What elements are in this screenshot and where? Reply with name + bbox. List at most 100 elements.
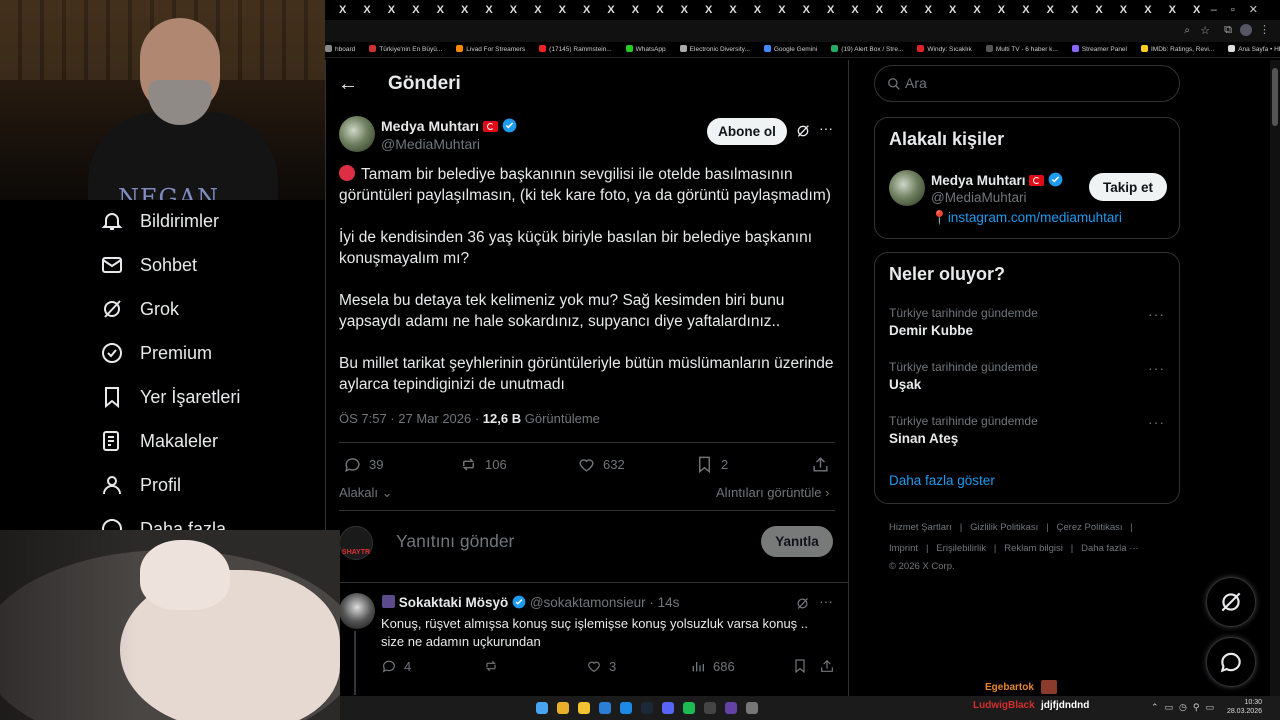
window-controls[interactable]: –▫✕ [1211, 3, 1272, 16]
x-tab-icon[interactable]: X [583, 4, 590, 16]
reply-like-action[interactable]: 3 [586, 658, 616, 674]
author-handle[interactable]: @MediaMuhtari [381, 136, 480, 152]
x-tab-icon[interactable]: X [1095, 4, 1102, 16]
taskbar-app-icon[interactable] [746, 702, 758, 714]
back-arrow-icon[interactable]: ← [338, 73, 358, 96]
share-icon[interactable] [811, 455, 830, 474]
x-tab-icon[interactable]: X [973, 4, 980, 16]
bookmark-item[interactable]: Electronic Diversity... [679, 42, 750, 57]
x-tab-icon[interactable]: X [876, 4, 883, 16]
taskbar-app-icon[interactable] [641, 702, 653, 714]
zoom-icon[interactable]: ⌕ [1184, 25, 1190, 36]
x-tab-icon[interactable]: X [827, 4, 834, 16]
x-tab-icon[interactable]: X [339, 4, 346, 16]
bookmark-item[interactable]: hboard [325, 42, 355, 57]
search-input[interactable]: Ara [874, 65, 1180, 102]
browser-menu-icon[interactable]: ⋮ [1259, 23, 1270, 36]
repost-action[interactable]: 106 [459, 455, 507, 474]
x-tab-icon[interactable]: X [729, 4, 736, 16]
x-tab-icon[interactable]: X [705, 4, 712, 16]
trend-more-icon[interactable]: ··· [1148, 360, 1165, 376]
related-bio-link[interactable]: 📍instagram.com/mediamuhtari [931, 210, 1122, 226]
trend-more-icon[interactable]: ··· [1148, 306, 1165, 322]
post-timestamp[interactable]: ÖS 7:57 · 27 Mar 2026 · [339, 411, 483, 426]
system-clock[interactable]: 10:30 28.03.2026 [1227, 698, 1262, 716]
more-options-icon[interactable]: ··· [819, 593, 833, 609]
x-tab-icon[interactable]: X [949, 4, 956, 16]
x-tab-icon[interactable]: X [778, 4, 785, 16]
bookmark-item[interactable]: Streamer Panel [1071, 42, 1127, 57]
grok-icon[interactable] [795, 123, 811, 139]
subscribe-button[interactable]: Abone ol [707, 118, 787, 145]
trend-name[interactable]: Uşak [889, 377, 921, 392]
x-tab-icon[interactable]: X [656, 4, 663, 16]
bookmark-item[interactable]: Ana Sayfa • HBO Max [1228, 42, 1280, 57]
x-tab-icon[interactable]: X [461, 4, 468, 16]
profile-avatar[interactable] [1240, 24, 1252, 36]
reply-button[interactable]: Yanıtla [761, 526, 833, 557]
x-tab-icon[interactable]: X [485, 4, 492, 16]
taskbar-app-icon[interactable] [578, 702, 590, 714]
x-tab-icon[interactable]: X [1144, 4, 1151, 16]
x-tab-icon[interactable]: X [632, 4, 639, 16]
reply-action[interactable]: 39 [343, 455, 383, 474]
related-avatar[interactable] [889, 170, 925, 206]
repost-icon[interactable] [483, 658, 499, 674]
reply-input[interactable]: Yanıtını gönder [396, 531, 514, 552]
x-tab-icon[interactable]: X [363, 4, 370, 16]
trend-name[interactable]: Demir Kubbe [889, 323, 973, 338]
taskbar-app-icon[interactable] [557, 702, 569, 714]
taskbar-app-icon[interactable] [662, 702, 674, 714]
grok-fab[interactable] [1206, 577, 1256, 627]
footer-links-line2[interactable]: Imprint | Erişilebilirlik | Reklam bilgi… [889, 543, 1139, 554]
x-tab-icon[interactable]: X [437, 4, 444, 16]
x-tab-icon[interactable]: X [803, 4, 810, 16]
page-scrollbar[interactable] [1270, 60, 1280, 696]
x-tab-icon[interactable]: X [388, 4, 395, 16]
x-tab-icon[interactable]: X [534, 4, 541, 16]
bookmark-item[interactable]: (17145) Rammstein... [539, 42, 612, 57]
trend-more-icon[interactable]: ··· [1148, 414, 1165, 430]
x-tab-icon[interactable]: X [900, 4, 907, 16]
nav-messages[interactable]: Sohbet [100, 251, 197, 279]
bookmark-item[interactable]: Multi TV - 6 haber k... [985, 42, 1058, 57]
taskbar-app-icon[interactable] [704, 702, 716, 714]
taskbar-app-icon[interactable] [620, 702, 632, 714]
nav-premium[interactable]: Premium [100, 339, 212, 367]
follow-button[interactable]: Takip et [1089, 173, 1167, 201]
nav-profile[interactable]: Profil [100, 471, 181, 499]
taskbar-app-icon[interactable] [599, 702, 611, 714]
nav-notifications[interactable]: Bildirimler [100, 207, 219, 235]
extensions-icon[interactable]: ⧉ [1224, 24, 1232, 37]
scrollbar-thumb[interactable] [1272, 68, 1278, 126]
taskbar-app-icon[interactable] [683, 702, 695, 714]
bookmark-item[interactable]: Livad For Streamers [456, 42, 525, 57]
nav-grok[interactable]: Grok [100, 295, 179, 323]
x-tab-icon[interactable]: X [1047, 4, 1054, 16]
x-tab-icon[interactable]: X [1193, 4, 1200, 16]
reply-time[interactable]: · 14s [649, 595, 679, 610]
author-avatar[interactable] [339, 116, 375, 152]
grok-icon[interactable] [795, 596, 810, 611]
taskbar-app-icon[interactable] [725, 702, 737, 714]
x-tab-icon[interactable]: X [607, 4, 614, 16]
view-quotes-link[interactable]: Alıntıları görüntüle › [716, 485, 829, 500]
system-tray-icons[interactable]: ⌃▭◷⚲▭ [1151, 702, 1220, 713]
x-tab-icon[interactable]: X [1169, 4, 1176, 16]
reply-reply-action[interactable]: 4 [381, 658, 411, 674]
reply-author-handle[interactable]: @sokaktamonsieur [530, 595, 646, 610]
reply-views-action[interactable]: 686 [690, 658, 735, 674]
more-options-icon[interactable]: ··· [819, 120, 833, 136]
x-tab-icon[interactable]: X [1120, 4, 1127, 16]
bookmark-action[interactable]: 2 [695, 455, 728, 474]
bookmark-star-icon[interactable]: ☆ [1200, 24, 1210, 37]
like-action[interactable]: 632 [577, 455, 625, 474]
x-tab-icon[interactable]: X [1071, 4, 1078, 16]
bookmark-item[interactable]: Google Gemini [763, 42, 817, 57]
relevant-sort-dropdown[interactable]: Alakalı ⌄ [339, 485, 393, 501]
bookmark-item[interactable]: IMDb: Ratings, Revi... [1141, 42, 1214, 57]
related-name-row[interactable]: Medya Muhtarı [931, 172, 1063, 188]
bookmark-item[interactable]: Windy: Sıcaklık [917, 42, 972, 57]
x-tab-icon[interactable]: X [998, 4, 1005, 16]
x-tab-icon[interactable]: X [681, 4, 688, 16]
